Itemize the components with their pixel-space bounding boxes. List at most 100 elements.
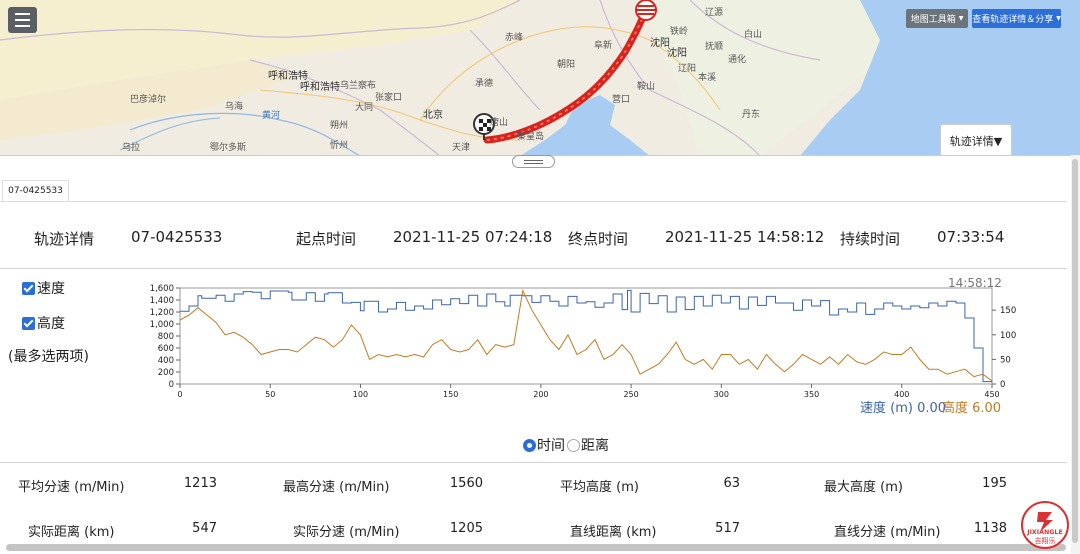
start-time-label: 起点时间 [296,230,357,248]
radio-time-label: 时间 [537,438,565,454]
x-axis-mode-group: 时间 距离 [523,435,611,455]
map-place-label: 张家口 [375,93,403,103]
info-track-id: 07-0425533 [131,228,223,246]
altitude-checkbox-label: 高度 [37,316,65,332]
map-tools-button[interactable]: 地图工具箱 ▼ [906,9,968,28]
stat-label: 平均分速 (m/Min) [18,480,125,495]
x-tick-label: 100 [353,390,368,399]
speed-checkbox-label: 速度 [37,281,65,297]
stat-label: 最大高度 (m) [824,480,903,495]
altitude-readout: 高度 6.00 [942,401,1002,416]
map-place-label: 黄河 [262,111,281,121]
map-place-label: 抚顺 [705,42,724,52]
logo-text-en: JIXIANGLE [1026,529,1063,536]
map-place-label: 朝阳 [557,60,576,70]
stat-label: 实际分速 (m/Min) [293,525,400,540]
map-place-label: 阜新 [594,41,613,51]
scrollbar-thumb[interactable] [1072,159,1078,543]
radio-selected-icon [523,438,536,452]
y-left-tick-label: 1,000 [150,320,174,330]
x-tick-label: 150 [443,390,458,399]
stat-label: 直线分速 (m/Min) [834,525,941,540]
y-left-tick-label: 1,600 [150,284,174,294]
jixiangle-logo-icon: JIXIANGLE 吉翔乐 [1021,501,1069,549]
y-left-tick-label: 0 [169,380,174,390]
map-place-label: 乌兰察布 [340,81,377,91]
stat-label: 平均高度 (m) [560,480,639,495]
altitude-series-line [179,288,993,382]
speed-checkbox[interactable]: 速度 [22,278,65,298]
y-left-tick-label: 1,400 [150,296,174,306]
map-place-label: 乌海 [225,102,244,112]
stat-value: 1560 [449,476,483,491]
start-time-value: 2021-11-25 07:24:18 [393,228,553,246]
menu-button[interactable] [8,7,37,33]
radio-distance[interactable]: 距离 [567,435,609,455]
map-place-label: 朔州 [330,121,349,131]
map-place-label: 沈阳 [667,48,687,59]
chart-svg[interactable]: 0 50 100 150 200 250 300 350 400 4500200400600800… [140,276,1020,416]
stat-value: 547 [192,521,217,536]
map-place-label: 辽阳 [678,64,697,74]
radio-time[interactable]: 时间 [523,435,565,455]
map-place-label: 辽源 [705,8,724,18]
stat-value: 63 [723,476,740,491]
y-right-tick-label: 0 [1000,380,1005,390]
map-place-label: 赤峰 [505,33,524,43]
end-time-label: 终点时间 [568,230,629,248]
map-view[interactable]: 呼和浩特 呼和浩特 巴彦淖尔 乌海 黄河 乌兰察布 张家口 大同 朔州 北京 承德 赤峰 朝阳 阜新 铁岭沈… [0,0,1080,156]
map-place-label: 忻州 [330,141,349,151]
map-place-label: 鄂尔多斯 [210,143,247,153]
stat-value: 1138 [973,521,1007,536]
end-marker-icon[interactable] [635,0,657,21]
tab-divider [0,201,1067,202]
map-place-label: 北京 [423,110,443,121]
y-left-tick-label: 200 [158,368,174,378]
duration-label: 持续时间 [840,230,901,248]
y-left-tick-label: 400 [158,356,174,366]
max-selection-note: (最多选两项) [8,349,89,365]
y-right-tick-label: 50 [1000,355,1011,365]
stat-value: 1205 [449,521,483,536]
map-place-label: 鞍山 [637,82,656,92]
y-left-tick-label: 800 [158,332,174,342]
tab-track-id[interactable]: 07-0425533 [2,180,69,202]
x-tick-label: 350 [804,390,819,399]
caret-down-icon: ▼ [958,15,964,22]
map-place-label: 大同 [355,103,374,113]
vertical-scrollbar[interactable] [1071,155,1080,554]
map-place-label: 巴彦淖尔 [130,95,167,105]
horizontal-scrollbar[interactable] [6,544,1066,551]
brand-logo: JIXIANGLE 吉翔乐 [1020,500,1070,550]
map-place-label: 承德 [475,79,494,89]
map-place-label: 营口 [612,95,631,105]
map-place-label: 通化 [728,55,747,65]
altitude-checkbox[interactable]: 高度 [22,313,65,333]
radio-unselected-icon [567,438,580,452]
map-place-label: 丹东 [742,110,761,120]
speed-series-line [180,289,993,383]
y-left-tick-label: 600 [158,344,174,354]
checkbox-checked-icon [22,316,35,330]
stat-label: 最高分速 (m/Min) [283,480,390,495]
stat-value: 195 [982,476,1007,491]
stat-value: 1213 [183,476,217,491]
x-tick-label: 300 [714,390,729,399]
speed-altitude-chart[interactable]: 0 50 100 150 200 250 300 350 400 450 0 200 400 600 800… [140,276,1020,416]
view-share-button[interactable]: 查看轨迹详情＆分享 ▼ [972,9,1061,28]
x-tick-label: 0 [177,390,182,399]
hamburger-icon [15,13,30,15]
radio-distance-label: 距离 [581,438,609,454]
logo-text-cn: 吉翔乐 [1035,536,1056,545]
map-place-label: 呼和浩特 [300,82,340,93]
x-tick-label: 250 [623,390,638,399]
map-place-label: 铁岭 [670,27,689,37]
x-tick-label: 200 [533,390,548,399]
duration-value: 07:33:54 [937,228,1005,246]
map-place-label: 白山 [744,30,763,40]
track-detail-toggle[interactable]: 轨迹详情▼ [940,124,1012,156]
resize-handle[interactable] [512,155,555,168]
view-share-label: 查看轨迹详情＆分享 [972,15,1054,25]
caret-down-icon: ▼ [1056,15,1061,22]
map-place-label: 乌拉 [122,143,141,153]
